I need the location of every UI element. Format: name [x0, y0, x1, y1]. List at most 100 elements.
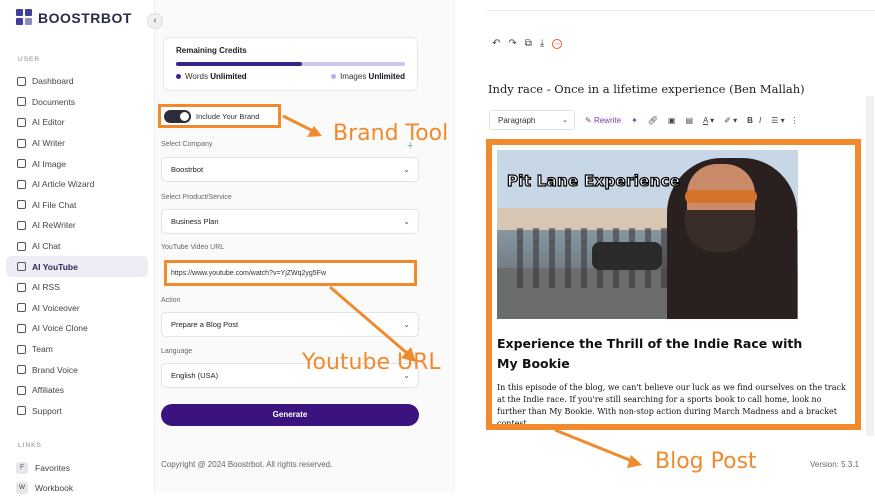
- italic-icon[interactable]: I: [759, 116, 761, 125]
- sidebar-item-ai-editor[interactable]: AI Editor: [6, 112, 148, 133]
- editor-icon: [17, 117, 26, 127]
- paragraph-select-value: Paragraph: [498, 115, 536, 125]
- sidebar-item-ai-writer[interactable]: AI Writer: [6, 133, 148, 154]
- product-label: Select Product/Service: [161, 194, 232, 201]
- images-label: Images: [340, 72, 367, 81]
- sidebar-item-ai-voiceover[interactable]: AI Voiceover: [6, 298, 148, 319]
- blog-post-content[interactable]: Pit Lane Experience Experience the Thril…: [486, 139, 861, 430]
- chevron-down-icon: ⌄: [403, 165, 410, 174]
- voice-clone-icon: [17, 323, 26, 333]
- action-label: Action: [161, 297, 181, 304]
- sidebar-item-label: AI Voice Clone: [32, 323, 88, 334]
- words-label: Words: [185, 72, 208, 81]
- youtube-icon: [17, 262, 26, 272]
- sidebar-item-ai-rewriter[interactable]: AI ReWriter: [6, 215, 148, 236]
- sidebar: BOOSTRBOT USER Dashboard Documents AI Edit…: [0, 0, 155, 494]
- include-brand-toggle[interactable]: [164, 109, 191, 123]
- logo[interactable]: BOOSTRBOT: [16, 9, 132, 27]
- product-select[interactable]: Business Plan ⌄: [161, 209, 419, 234]
- sidebar-item-ai-youtube[interactable]: AI YouTube: [6, 256, 148, 277]
- more-icon[interactable]: ⋮: [791, 116, 799, 125]
- highlight-icon[interactable]: ✐ ▾: [724, 116, 737, 125]
- copy-icon[interactable]: ⧉: [525, 38, 532, 49]
- sparkle-icon[interactable]: ✦: [631, 116, 638, 125]
- youtube-form-panel: Remaining Credits Words Unlimited Images…: [155, 0, 455, 492]
- link-item-workbook[interactable]: W Workbook: [6, 478, 148, 498]
- sidebar-item-team[interactable]: Team: [6, 339, 148, 360]
- link-badge: F: [16, 462, 28, 474]
- text-color-icon[interactable]: A ▾: [703, 116, 714, 125]
- sidebar-item-affiliates[interactable]: Affiliates: [6, 380, 148, 401]
- sidebar-item-support[interactable]: Support: [6, 401, 148, 422]
- product-value: Business Plan: [171, 217, 219, 226]
- language-label: Language: [161, 348, 193, 355]
- sidebar-item-label: AI Image: [32, 158, 67, 169]
- sidebar-item-ai-chat[interactable]: AI Chat: [6, 236, 148, 257]
- sidebar-links: F Favorites W Workbook: [6, 458, 148, 498]
- sidebar-item-label: AI RSS: [32, 282, 60, 293]
- sidebar-item-label: Affiliates: [32, 385, 64, 396]
- credits-card: Remaining Credits Words Unlimited Images…: [163, 37, 418, 91]
- brand-voice-icon: [17, 365, 26, 375]
- image-icon[interactable]: ▣: [668, 116, 676, 125]
- sidebar-item-documents[interactable]: Documents: [6, 92, 148, 113]
- action-select[interactable]: Prepare a Blog Post ⌄: [161, 312, 419, 337]
- company-select[interactable]: Boostrbot ⌄: [161, 157, 419, 182]
- copyright: Copyright @ 2024 Boostrbot. All rights r…: [161, 460, 333, 469]
- sidebar-item-ai-voice-clone[interactable]: AI Voice Clone: [6, 318, 148, 339]
- bold-icon[interactable]: B: [747, 116, 753, 125]
- rss-icon: [17, 282, 26, 292]
- chevron-down-icon: ⌄: [403, 320, 410, 329]
- credits-bar-fill: [176, 62, 302, 66]
- redo-icon[interactable]: ↷: [508, 38, 516, 49]
- paragraph-select[interactable]: Paragraph ⌄: [489, 110, 575, 130]
- links-section-label: LINKS: [18, 442, 42, 449]
- sidebar-item-brand-voice[interactable]: Brand Voice: [6, 359, 148, 380]
- sidebar-item-label: Brand Voice: [32, 364, 78, 375]
- sidebar-item-label: AI Editor: [32, 117, 65, 128]
- sidebar-item-label: AI Writer: [32, 138, 65, 149]
- sidebar-item-ai-file-chat[interactable]: AI File Chat: [6, 195, 148, 216]
- support-icon: [17, 406, 26, 416]
- words-value: Unlimited: [210, 72, 247, 81]
- sidebar-item-label: Dashboard: [32, 76, 74, 87]
- chevron-down-icon: ⌄: [562, 117, 568, 124]
- link-icon[interactable]: 🔗︎: [648, 116, 658, 125]
- sidebar-item-ai-rss[interactable]: AI RSS: [6, 277, 148, 298]
- credits-row: Words Unlimited Images Unlimited: [176, 72, 405, 81]
- voiceover-icon: [17, 303, 26, 313]
- sidebar-nav: Dashboard Documents AI Editor AI Writer AI I…: [6, 71, 148, 421]
- document-toolbar: ↶ ↷ ⧉ ⤓ –: [492, 38, 563, 49]
- editor-scrollbar[interactable]: [866, 96, 874, 436]
- document-icon: [17, 97, 26, 107]
- sidebar-item-label: Team: [32, 344, 53, 355]
- annotation-brand-tool: Brand Tool: [333, 121, 449, 146]
- photo-caption: Pit Lane Experience: [506, 171, 681, 190]
- rewrite-button[interactable]: ✎ Rewrite: [585, 116, 621, 125]
- youtube-url-label: YouTube Video URL: [161, 244, 225, 251]
- version-label: Version: 5.3.1: [810, 460, 859, 469]
- embed-icon[interactable]: ▤: [685, 116, 693, 125]
- link-item-favorites[interactable]: F Favorites: [6, 458, 148, 478]
- download-icon[interactable]: ⤓: [540, 38, 544, 49]
- undo-icon[interactable]: ↶: [492, 38, 500, 49]
- sidebar-item-label: Documents: [32, 96, 75, 107]
- delete-icon[interactable]: –: [552, 38, 563, 49]
- list-icon[interactable]: ☰ ▾: [771, 116, 784, 125]
- user-section-label: USER: [18, 56, 41, 63]
- words-dot-icon: [176, 74, 181, 80]
- sidebar-item-ai-article-wizard[interactable]: AI Article Wizard: [6, 174, 148, 195]
- collapse-sidebar-button[interactable]: ‹: [147, 13, 163, 29]
- sidebar-item-dashboard[interactable]: Dashboard: [6, 71, 148, 92]
- youtube-url-input[interactable]: https://www.youtube.com/watch?v=YjZWq2yg…: [164, 260, 417, 286]
- sidebar-item-label: AI Voiceover: [32, 302, 80, 313]
- rewrite-label: Rewrite: [593, 115, 622, 125]
- chat-icon: [17, 241, 26, 251]
- document-title[interactable]: Indy race - Once in a lifetime experienc…: [488, 82, 805, 96]
- brand-toggle-highlight: Include Your Brand: [158, 104, 281, 128]
- rewriter-icon: [17, 220, 26, 230]
- sidebar-item-label: Support: [32, 405, 62, 416]
- generate-button[interactable]: Generate: [161, 404, 419, 426]
- youtube-url-value: https://www.youtube.com/watch?v=YjZWq2yg…: [171, 269, 327, 277]
- sidebar-item-ai-image[interactable]: AI Image: [6, 153, 148, 174]
